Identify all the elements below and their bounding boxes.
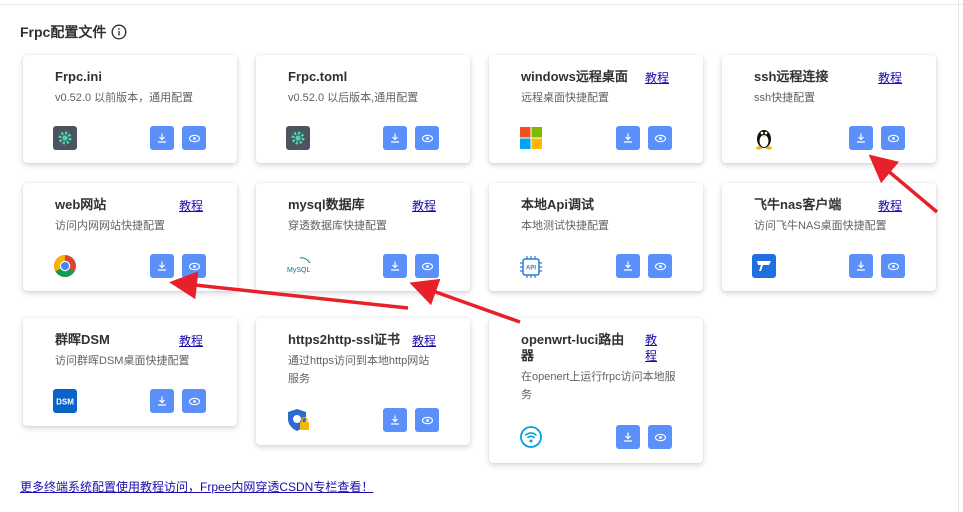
config-card-fnos-nas: 飞牛nas客户端 教程 访问飞牛NAS桌面快捷配置	[722, 183, 936, 291]
section-header: Frpc配置文件	[20, 22, 127, 42]
download-button[interactable]	[616, 126, 640, 150]
gear-icon	[53, 126, 77, 150]
eye-icon	[887, 134, 899, 142]
download-icon	[624, 133, 632, 143]
download-icon	[857, 261, 865, 271]
eye-icon	[654, 433, 666, 441]
preview-button[interactable]	[415, 126, 439, 150]
download-icon	[624, 261, 632, 271]
download-button[interactable]	[150, 254, 174, 278]
section-title: Frpc配置文件	[20, 24, 107, 40]
svg-text:MySQL: MySQL	[287, 267, 310, 274]
download-icon	[158, 396, 166, 406]
config-card-frpc-toml: Frpc.toml v0.52.0 以后版本,通用配置	[256, 55, 470, 163]
download-icon	[158, 261, 166, 271]
config-card-ssh: ssh远程连接 教程 ssh快捷配置	[722, 55, 936, 163]
download-icon	[624, 432, 632, 442]
preview-button[interactable]	[648, 425, 672, 449]
download-button[interactable]	[849, 254, 873, 278]
card-description: 远程桌面快捷配置	[521, 92, 609, 104]
preview-button[interactable]	[415, 408, 439, 432]
svg-text:API: API	[526, 266, 536, 272]
tutorial-link[interactable]: 教程	[179, 332, 203, 349]
tutorial-link[interactable]: 教程	[645, 332, 659, 364]
download-icon	[391, 261, 399, 271]
preview-button[interactable]	[182, 126, 206, 150]
download-icon	[158, 133, 166, 143]
card-title: 本地Api调试	[521, 197, 594, 212]
preview-button[interactable]	[415, 254, 439, 278]
right-border	[958, 0, 963, 512]
card-description: 本地测试快捷配置	[521, 220, 609, 232]
config-card-mysql: mysql数据库 教程 穿透数据库快捷配置 MySQL	[256, 183, 470, 291]
tutorial-link[interactable]: 教程	[412, 197, 436, 214]
download-button[interactable]	[616, 425, 640, 449]
preview-button[interactable]	[182, 254, 206, 278]
eye-icon	[421, 416, 433, 424]
preview-button[interactable]	[648, 126, 672, 150]
config-card-https2http: https2http-ssl证书 教程 通过https访问到本地http网站服务	[256, 318, 470, 445]
card-description: v0.52.0 以后版本,通用配置	[288, 92, 419, 104]
eye-icon	[188, 397, 200, 405]
tutorial-link[interactable]: 教程	[412, 332, 436, 349]
download-button[interactable]	[150, 389, 174, 413]
card-description: 访问内网网站快捷配置	[55, 220, 165, 232]
download-icon	[391, 133, 399, 143]
config-card-web: web网站 教程 访问内网网站快捷配置	[23, 183, 237, 291]
tutorial-link[interactable]: 教程	[878, 69, 902, 86]
download-button[interactable]	[383, 408, 407, 432]
config-card-frpc-ini: Frpc.ini v0.52.0 以前版本，通用配置	[23, 55, 237, 163]
svg-text:DSM: DSM	[56, 398, 74, 407]
shield-lock-icon	[288, 409, 309, 431]
download-button[interactable]	[849, 126, 873, 150]
card-description: 穿透数据库快捷配置	[288, 220, 387, 232]
config-card-windows-rdp: windows远程桌面 教程 远程桌面快捷配置	[489, 55, 703, 163]
preview-button[interactable]	[881, 126, 905, 150]
preview-button[interactable]	[648, 254, 672, 278]
card-title: Frpc.toml	[288, 69, 348, 84]
eye-icon	[421, 134, 433, 142]
tutorial-link[interactable]: 教程	[878, 197, 902, 214]
dsm-logo-icon: DSM	[53, 389, 77, 413]
card-description: 访问群晖DSM桌面快捷配置	[55, 355, 190, 367]
card-title: Frpc.ini	[55, 69, 102, 84]
top-border	[0, 0, 963, 5]
card-description: v0.52.0 以前版本，通用配置	[55, 92, 194, 104]
eye-icon	[654, 134, 666, 142]
openwrt-wifi-icon	[520, 426, 542, 448]
card-title: openwrt-luci路由器	[521, 332, 625, 363]
config-card-openwrt: openwrt-luci路由器 教程 在openert上运行frpc访问本地服务	[489, 318, 703, 463]
download-button[interactable]	[383, 254, 407, 278]
config-card-synology-dsm: 群晖DSM 教程 访问群晖DSM桌面快捷配置 DSM	[23, 318, 237, 426]
gear-icon	[286, 126, 310, 150]
tutorial-link[interactable]: 教程	[179, 197, 203, 214]
download-icon	[857, 133, 865, 143]
info-icon[interactable]	[111, 24, 127, 40]
preview-button[interactable]	[881, 254, 905, 278]
csdn-column-link[interactable]: 更多终端系统配置使用教程访问，Frpee内网穿透CSDN专栏查看！	[20, 478, 373, 495]
preview-button[interactable]	[182, 389, 206, 413]
eye-icon	[188, 262, 200, 270]
linux-penguin-icon	[756, 130, 772, 150]
eye-icon	[887, 262, 899, 270]
card-description: ssh快捷配置	[754, 92, 816, 104]
eye-icon	[654, 262, 666, 270]
config-card-local-api: 本地Api调试 本地测试快捷配置 API	[489, 183, 703, 291]
api-chip-icon: API	[520, 256, 542, 278]
card-description: 访问飞牛NAS桌面快捷配置	[754, 220, 887, 232]
eye-icon	[421, 262, 433, 270]
mysql-logo-icon: MySQL	[287, 257, 310, 274]
download-button[interactable]	[383, 126, 407, 150]
tutorial-link[interactable]: 教程	[645, 69, 669, 86]
download-button[interactable]	[616, 254, 640, 278]
eye-icon	[188, 134, 200, 142]
card-description: 在openert上运行frpc访问本地服务	[521, 371, 676, 401]
chrome-logo-icon	[54, 255, 76, 277]
windows-logo-icon	[520, 127, 542, 149]
download-button[interactable]	[150, 126, 174, 150]
download-icon	[391, 415, 399, 425]
card-description: 通过https访问到本地http网站服务	[288, 355, 430, 385]
fnos-logo-icon	[752, 254, 776, 278]
